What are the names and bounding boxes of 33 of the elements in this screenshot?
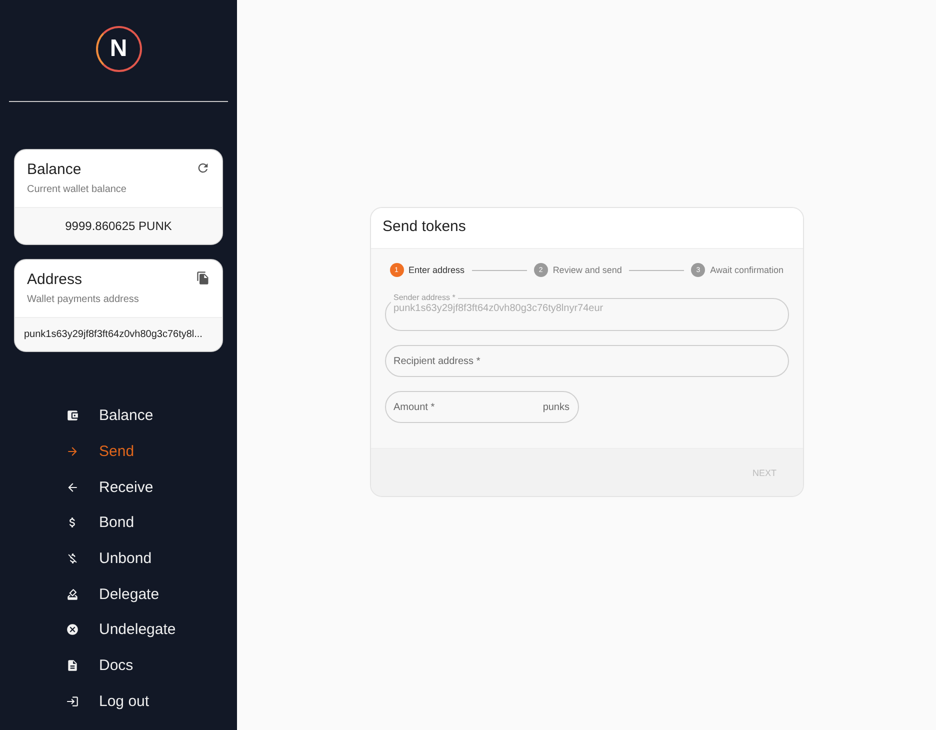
unbond-icon <box>66 552 79 566</box>
nav-item[interactable]: Unbond <box>0 540 237 576</box>
refresh-icon[interactable] <box>196 161 210 175</box>
wallet-icon <box>66 409 79 422</box>
card-title: Address <box>27 271 84 288</box>
logout-icon <box>66 694 79 708</box>
nav-item[interactable]: Docs <box>0 648 237 684</box>
wallet-address: punk1s63y29jf8f3ft64z0vh80g3c76ty8l... <box>15 317 222 351</box>
nav-item[interactable]: Undelegate <box>0 612 237 648</box>
docs-icon <box>66 659 79 672</box>
nav-item[interactable]: Balance <box>0 398 237 434</box>
nav-item[interactable]: Send <box>0 434 237 470</box>
step-label: Enter address <box>408 265 465 275</box>
delegate-icon <box>66 588 79 601</box>
balance-value: 9999.860625 PUNK <box>15 207 222 244</box>
card-title: Balance <box>27 161 82 178</box>
step-label: Await confirmation <box>710 265 784 275</box>
nav-item[interactable]: Delegate <box>0 576 237 612</box>
card-subtitle: Wallet payments address <box>27 294 139 305</box>
receive-icon <box>66 480 79 494</box>
undelegate-icon <box>66 623 79 636</box>
step-label: Review and send <box>552 265 622 275</box>
logo: N <box>96 26 142 72</box>
field-label: Sender address * <box>392 293 456 303</box>
send-icon <box>66 445 79 458</box>
nav-item[interactable]: Log out <box>0 684 237 720</box>
nav-item[interactable]: Receive <box>0 469 237 506</box>
amount-field[interactable]: Amount * punks <box>384 391 578 423</box>
card-subtitle: Current wallet balance <box>27 184 126 195</box>
nav-item[interactable]: Bond <box>0 505 237 541</box>
copy-icon[interactable] <box>196 271 210 285</box>
card-title: Send tokens <box>370 208 802 249</box>
recipient-address-field[interactable]: Recipient address * <box>384 345 788 377</box>
